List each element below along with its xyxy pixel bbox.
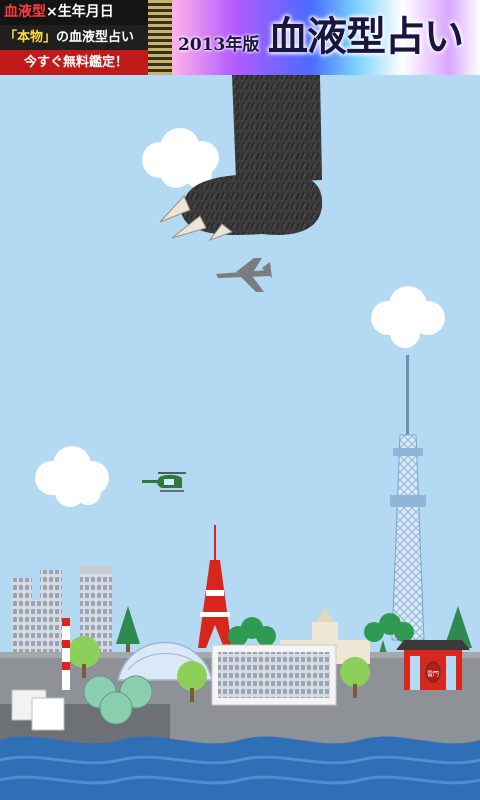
ad-ornament-divider: [148, 0, 174, 75]
ad-subline-rest: の血液型占い: [56, 30, 135, 45]
ad-title: 血液型占い: [268, 13, 464, 60]
ad-headline: 血液型×生年月日: [0, 0, 152, 25]
ad-subline: 「本物」の血液型占い: [0, 25, 152, 50]
office-building-icon: [211, 644, 337, 706]
kaminarimon-gate-icon: 雷門: [396, 640, 470, 690]
ad-left-panel: 血液型×生年月日 「本物」の血液型占い 今すぐ無料鑑定！: [0, 0, 152, 75]
ad-cta[interactable]: 今すぐ無料鑑定！: [0, 50, 152, 75]
gate-lantern-label: 雷門: [427, 671, 439, 678]
ad-headline-keyword: 血液型: [4, 4, 46, 20]
ad-banner[interactable]: 血液型×生年月日 「本物」の血液型占い 今すぐ無料鑑定！ 2013年版 血液型占…: [0, 0, 480, 75]
ad-subline-highlight: 「本物」: [4, 30, 57, 45]
tokyo-scene-illustration: 雷門: [0, 75, 480, 800]
smokestack-icon: [62, 618, 70, 690]
ad-headline-rest: ×生年月日: [46, 4, 114, 20]
sea: [0, 736, 480, 800]
ad-year-label: 2013年版: [178, 35, 260, 55]
game-scene[interactable]: 雷門: [0, 75, 480, 800]
